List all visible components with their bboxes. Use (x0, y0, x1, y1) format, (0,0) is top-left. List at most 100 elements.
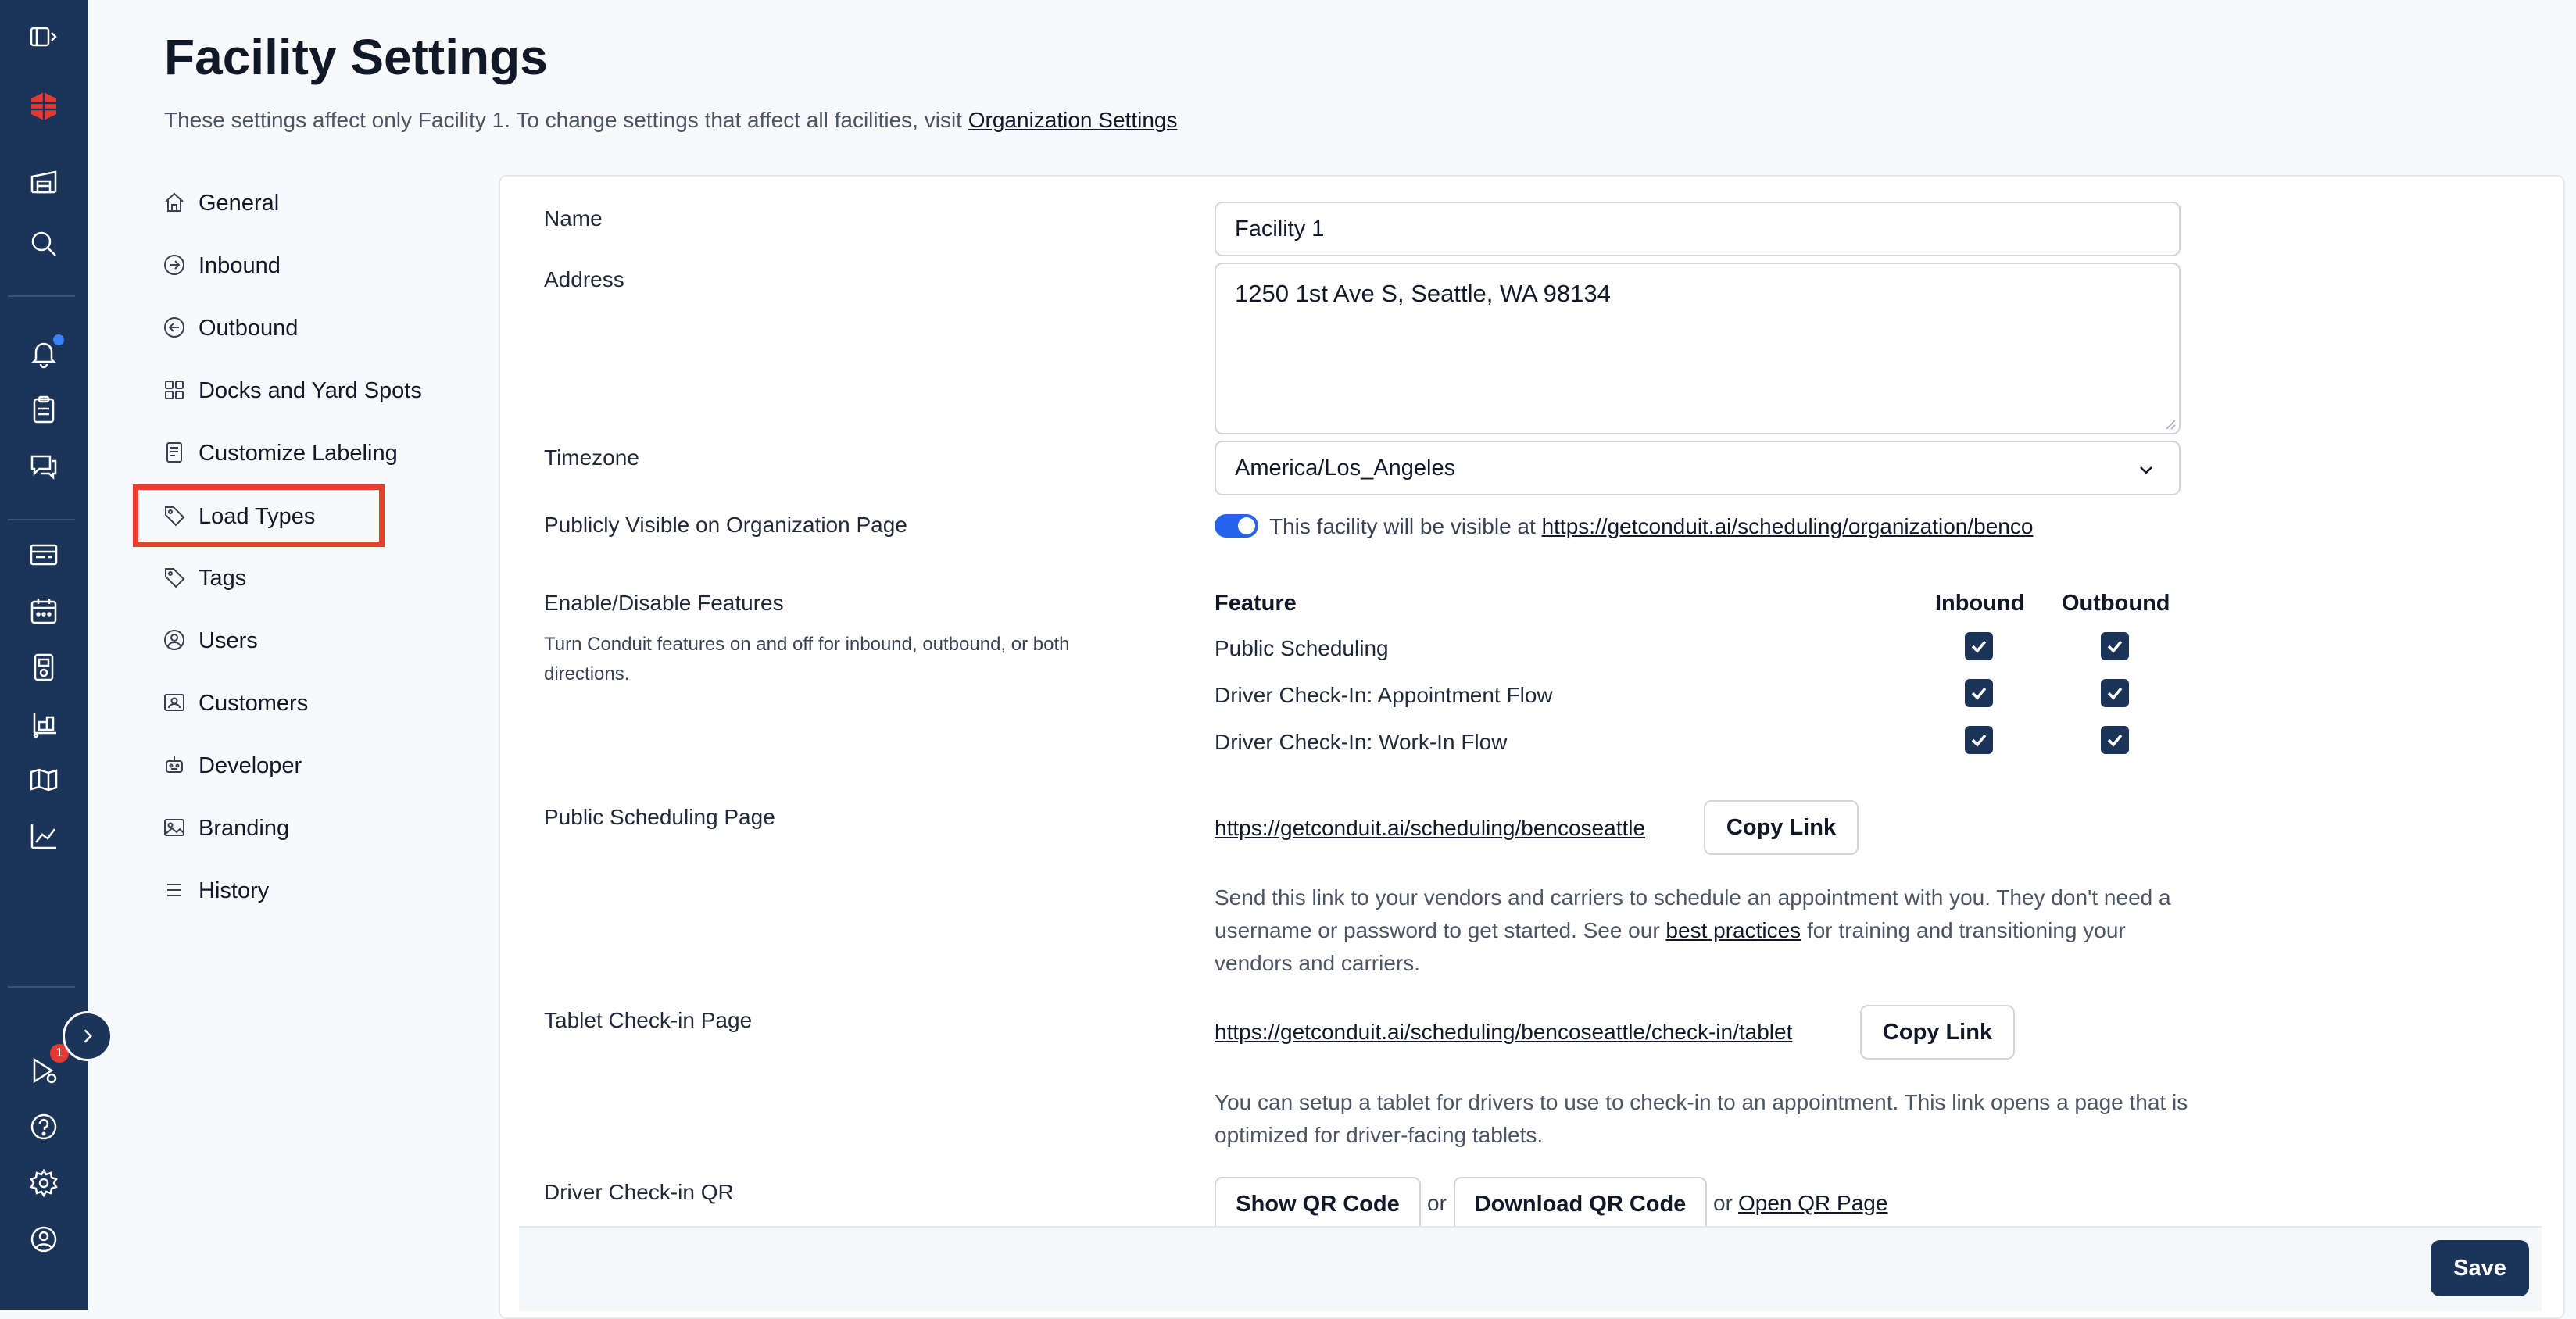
nav-item-load-types[interactable]: Load Types (133, 484, 385, 547)
map-icon[interactable] (22, 758, 66, 802)
nav-item-label: Users (199, 628, 258, 653)
work-in-flow-outbound-checkbox[interactable] (2101, 726, 2129, 754)
nav-item-customize-labeling[interactable]: Customize Labeling (133, 424, 398, 483)
calendar-icon[interactable] (22, 589, 66, 633)
nav-item-tags[interactable]: Tags (133, 549, 383, 608)
nav-item-label: Inbound (199, 253, 281, 278)
rail-divider (8, 519, 75, 520)
appointments-icon[interactable] (22, 533, 66, 577)
nav-item-docks-and-yard-spots[interactable]: Docks and Yard Spots (133, 361, 422, 420)
organization-settings-link[interactable]: Organization Settings (968, 108, 1178, 132)
or-separator: or (1427, 1191, 1447, 1215)
visible-label: Publicly Visible on Organization Page (544, 513, 907, 537)
appointment-flow-inbound-checkbox[interactable] (1965, 679, 1993, 707)
nav-item-users[interactable]: Users (133, 611, 383, 670)
load-icon[interactable] (22, 702, 66, 745)
nav-item-label: Tags (199, 566, 247, 591)
help-icon[interactable] (22, 1105, 66, 1149)
nav-item-label: Customers (199, 691, 309, 716)
nav-item-customers[interactable]: Customers (133, 674, 383, 733)
app-rail: 1 (0, 0, 88, 1310)
driver-qr-label: Driver Check-in QR (544, 1180, 734, 1204)
outbound-column-header: Outbound (2062, 591, 2170, 616)
robot-icon (166, 756, 183, 773)
form-footer (519, 1226, 2542, 1311)
nav-item-outbound[interactable]: Outbound (133, 298, 383, 358)
label-doc-icon (166, 442, 182, 463)
feature-row-label: Public Scheduling (1215, 636, 1389, 660)
expand-sidebar-button[interactable] (63, 1011, 113, 1061)
brand-logo[interactable] (22, 84, 66, 128)
check-icon (1971, 734, 1987, 747)
public-scheduling-outbound-checkbox[interactable] (2101, 632, 2129, 660)
features-hint: Turn Conduit features on and off for inb… (544, 634, 1070, 685)
check-icon (1971, 687, 1987, 700)
chat-icon[interactable] (22, 444, 66, 488)
video-icon[interactable]: 1 (22, 1044, 69, 1092)
nav-item-developer[interactable]: Developer (133, 736, 383, 795)
nav-item-label: Outbound (199, 316, 299, 341)
resize-handle-icon[interactable] (2163, 417, 2176, 430)
nav-item-label: General (199, 191, 280, 216)
work-in-flow-inbound-checkbox[interactable] (1965, 726, 1993, 754)
image-icon (164, 819, 184, 836)
copy-tablet-link-button[interactable]: Copy Link (1860, 1005, 2015, 1060)
appointment-flow-outbound-checkbox[interactable] (2101, 679, 2129, 707)
rail-divider (8, 986, 75, 988)
nav-item-label: Load Types (199, 504, 316, 529)
grid-icon (165, 381, 184, 399)
gear-icon[interactable] (22, 1161, 66, 1205)
list-icon (167, 884, 181, 896)
organization-page-link[interactable]: https://getconduit.ai/scheduling/organiz… (1542, 514, 2034, 538)
public-scheduling-inbound-checkbox[interactable] (1965, 632, 1993, 660)
user-circle-icon[interactable] (22, 1217, 66, 1261)
dock-icon[interactable] (22, 645, 66, 689)
nav-item-branding[interactable]: Branding (133, 799, 383, 858)
feature-column-header: Feature (1215, 591, 1297, 616)
facility-icon[interactable] (22, 159, 66, 203)
visible-toggle[interactable] (1215, 514, 1258, 538)
nav-item-label: Customize Labeling (199, 441, 398, 466)
sidebar-toggle-icon[interactable] (22, 16, 66, 59)
chart-icon[interactable] (22, 814, 66, 858)
tablet-checkin-description: You can setup a tablet for drivers to us… (1215, 1090, 2188, 1147)
address-field[interactable]: 1250 1st Ave S, Seattle, WA 98134 (1215, 263, 2181, 434)
show-qr-code-button[interactable]: Show QR Code (1215, 1177, 1421, 1231)
name-field[interactable]: Facility 1 (1215, 202, 2181, 256)
tablet-checkin-label: Tablet Check-in Page (544, 1008, 753, 1032)
search-icon[interactable] (22, 222, 66, 266)
visible-description: This facility will be visible at https:/… (1269, 514, 2033, 539)
nav-item-inbound[interactable]: Inbound (133, 236, 383, 295)
home-icon (165, 192, 184, 212)
or-separator: or (1713, 1191, 1733, 1215)
check-icon (1971, 640, 1987, 653)
page-title: Facility Settings (164, 29, 548, 85)
public-scheduling-link[interactable]: https://getconduit.ai/scheduling/bencose… (1215, 816, 1645, 841)
name-label: Name (544, 206, 603, 231)
nav-item-history[interactable]: History (133, 861, 383, 920)
tablet-checkin-link[interactable]: https://getconduit.ai/scheduling/bencose… (1215, 1020, 1792, 1045)
nav-item-general[interactable]: General (133, 173, 383, 233)
download-qr-code-button[interactable]: Download QR Code (1454, 1177, 1707, 1231)
chevron-right-icon (84, 1029, 92, 1043)
page-subtitle: These settings affect only Facility 1. T… (164, 108, 1177, 133)
feature-row-label: Driver Check-In: Appointment Flow (1215, 683, 1553, 707)
clipboard-icon[interactable] (22, 388, 66, 431)
save-button[interactable]: Save (2431, 1240, 2529, 1296)
timezone-label: Timezone (544, 445, 639, 470)
open-qr-page-link[interactable]: Open QR Page (1738, 1191, 1887, 1216)
check-icon (2107, 734, 2123, 747)
nav-item-label: History (199, 878, 270, 903)
best-practices-link[interactable]: best practices (1665, 918, 1801, 942)
bell-icon[interactable] (22, 331, 66, 375)
user-circle-icon (164, 630, 184, 650)
timezone-select[interactable]: America/Los_Angeles (1215, 441, 2181, 495)
visible-text: This facility will be visible at (1269, 514, 1536, 538)
public-scheduling-label: Public Scheduling Page (544, 805, 775, 829)
public-scheduling-description: Send this link to your vendors and carri… (1215, 881, 2191, 980)
copy-public-link-button[interactable]: Copy Link (1704, 800, 1859, 855)
address-label: Address (544, 267, 624, 291)
arrow-left-circle-icon (164, 317, 184, 338)
tag-icon (165, 506, 185, 527)
nav-item-label: Docks and Yard Spots (199, 378, 422, 403)
